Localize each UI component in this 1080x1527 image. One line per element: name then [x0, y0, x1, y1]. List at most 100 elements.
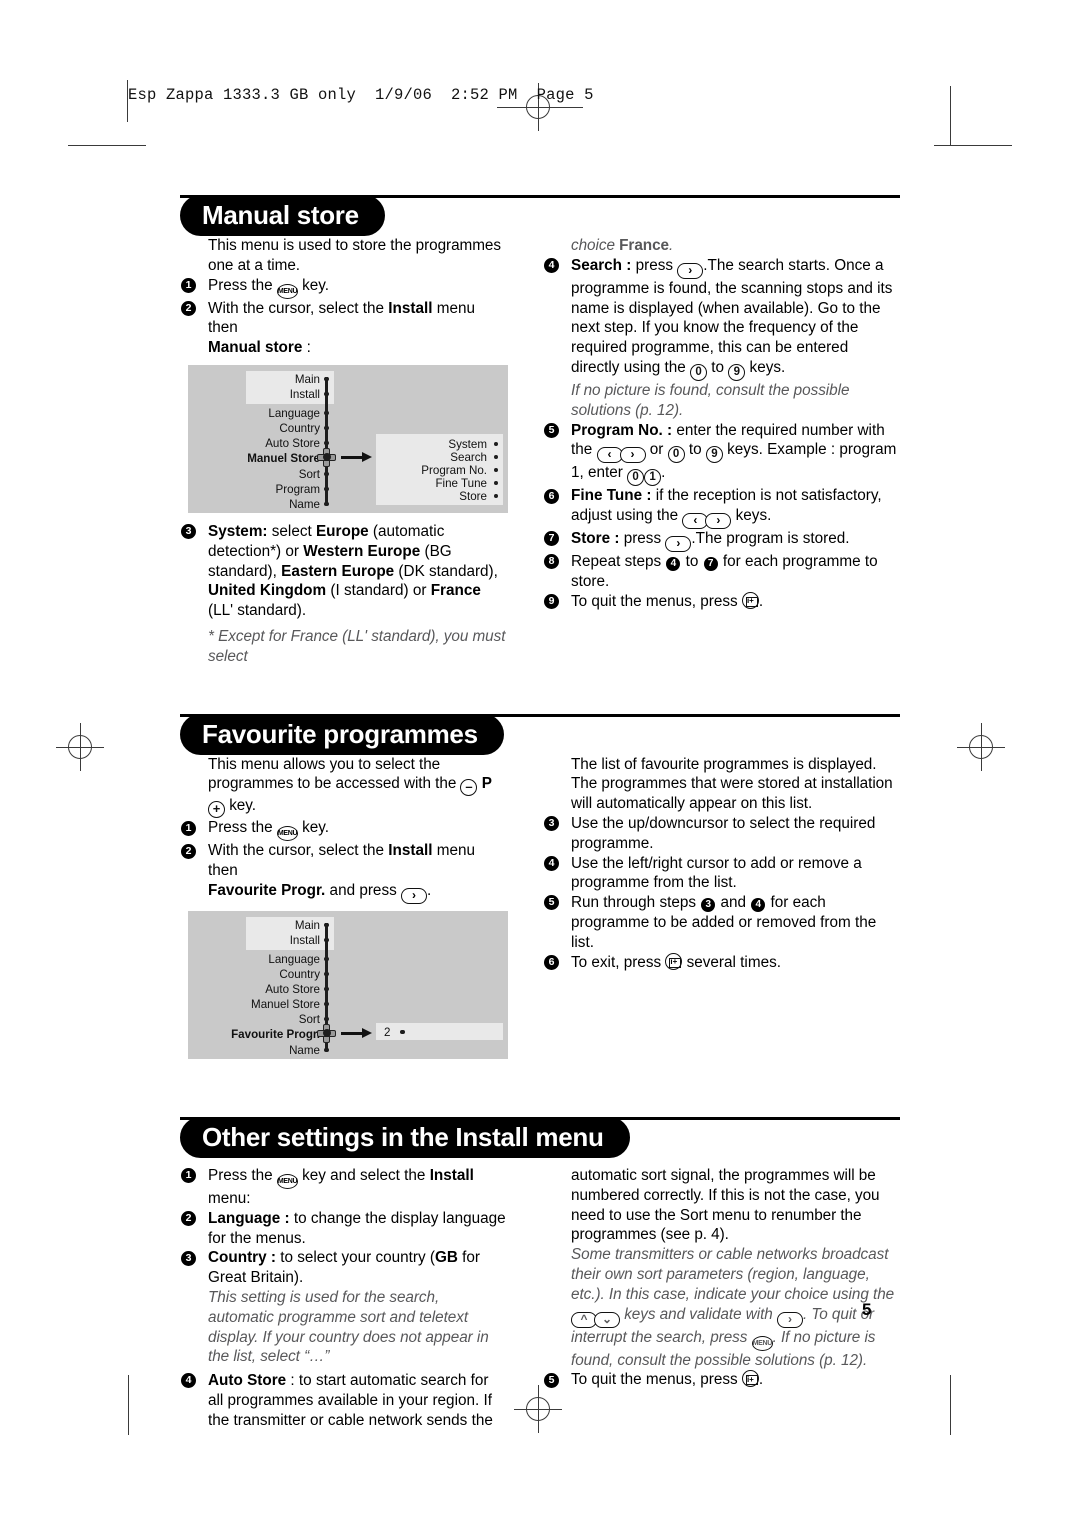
section-other-settings: Other settings in the Install menu 1 Pre…: [180, 1112, 900, 1431]
intro-text: This menu is used to store the programme…: [208, 237, 501, 274]
section-title: Favourite programmes: [180, 713, 504, 755]
step-number: 2: [181, 1210, 196, 1226]
diagram-item-name: Name: [289, 497, 320, 511]
column-left: This menu is used to store the programme…: [180, 236, 525, 667]
menu-key-icon: MENU: [276, 826, 298, 842]
step-number: 1: [181, 820, 196, 836]
step-number: 1: [181, 277, 196, 293]
column-left: This menu allows you to select the progr…: [180, 755, 525, 1068]
step-1: 1 Press the MENU key.: [180, 276, 507, 299]
diagram-item-install: Install: [289, 933, 320, 947]
diagram-sub-fine-tune: Fine Tune: [435, 476, 487, 490]
menu-diagram-favourite: Main Install Language Country Auto Store…: [188, 910, 508, 1059]
diagram-submenu: 2: [376, 1022, 503, 1040]
footnote-manual-store: * Except for France (LL' standard), you …: [208, 627, 506, 665]
diagram-item-favourite-progr: Favourite Progr.: [231, 1027, 320, 1041]
diagram-dot: [324, 1001, 329, 1007]
step-5: 5 To quit the menus, press i+.: [543, 1370, 900, 1390]
step-4: 4 Auto Store : to start automatic search…: [180, 1371, 507, 1430]
section-favourite-programmes: Favourite programmes This menu allows yo…: [180, 709, 900, 1068]
diagram-item-program: Program: [275, 482, 320, 496]
diagram-dot: [324, 986, 329, 992]
columns-other-settings: 1 Press the MENU key and select the Inst…: [180, 1166, 900, 1431]
note-country-setting: This setting is used for the search, aut…: [208, 1288, 489, 1366]
step-number: 3: [544, 816, 559, 832]
menu-diagram-manual-store: Main Install Language Country Auto Store…: [188, 364, 508, 513]
diagram-item-main: Main: [294, 918, 320, 932]
step-number: 6: [544, 488, 559, 504]
step-number: 4: [181, 1373, 196, 1389]
column-right: The list of favourite programmes is disp…: [525, 755, 900, 1068]
step-7: 7 Store : press › .The program is stored.: [543, 529, 900, 553]
cursor-right-key-icon: ›: [619, 447, 646, 464]
step-4: 4 Search : press › .The search starts. On…: [543, 256, 900, 381]
crop-mark-top-left-vert: [950, 86, 952, 146]
step-8: 8 Repeat steps 4 to 7 for each programme…: [543, 552, 900, 592]
diagram-item-manuel-store: Manuel Store: [247, 451, 320, 465]
cursor-right-key-icon: ›: [776, 1311, 803, 1328]
intro-text: The list of favourite programmes is disp…: [571, 755, 893, 813]
step-number: 5: [544, 895, 559, 911]
diagram-dot: [493, 480, 498, 486]
diagram-item-sort: Sort: [298, 467, 320, 481]
step-5: 5 Program No. : enter the required numbe…: [543, 421, 900, 487]
cursor-right-key-icon: ›: [401, 887, 427, 904]
step-number: 9: [544, 593, 559, 609]
diagram-sub-store: Store: [459, 489, 487, 503]
digit-0-key-icon: 0: [690, 363, 708, 381]
diagram-dot: [324, 971, 329, 977]
diagram-dot: [324, 440, 329, 446]
diagram-item-install: Install: [289, 387, 320, 401]
diagram-dot: [493, 454, 498, 460]
digit-9-key-icon: 9: [705, 446, 723, 464]
section-manual-store: Manual store This menu is used to store …: [180, 190, 900, 667]
column-right: choice France. 4 Search : press › .The se…: [525, 236, 900, 667]
crop-mark-top-right: [934, 145, 1012, 147]
step-number: 7: [544, 531, 559, 547]
diagram-arrow: [341, 451, 372, 462]
crop-mark-bottom-right: [950, 1375, 952, 1435]
diagram-item-name: Name: [289, 1043, 320, 1057]
diagram-dot: [493, 493, 498, 499]
diagram-item-country: Country: [279, 421, 320, 435]
digit-0-key-icon: 0: [667, 446, 685, 464]
step-number: 4: [544, 257, 559, 273]
diagram-cursor-icon: [317, 447, 336, 467]
inline-step-4: 4: [751, 897, 766, 912]
heading-favourite-programmes: Favourite programmes: [180, 709, 900, 755]
inline-step-3: 3: [701, 897, 716, 912]
step-3: 3 Country : to select your country (GB f…: [180, 1248, 507, 1288]
cursor-left-key-icon: ‹: [596, 447, 623, 464]
column-left: 1 Press the MENU key and select the Inst…: [180, 1166, 525, 1431]
registration-mark-left: [56, 723, 104, 771]
cursor-down-key-icon: ⌄: [594, 1311, 620, 1328]
columns-manual-store: This menu is used to store the programme…: [180, 236, 900, 667]
cursor-right-key-icon: ›: [665, 536, 692, 553]
minus-key-icon: –: [460, 779, 478, 797]
diagram-sub-system: System: [448, 437, 487, 451]
step-number: 3: [181, 1250, 196, 1266]
step-1: 1 Press the MENU key.: [180, 818, 507, 842]
diagram-dot: [324, 501, 329, 507]
step-number: 5: [544, 422, 559, 438]
diagram-dot: [324, 956, 329, 962]
step-number: 6: [544, 954, 559, 970]
step-number: 8: [544, 554, 559, 570]
diagram-arrow: [341, 1027, 372, 1038]
menu-key-icon: MENU: [276, 283, 298, 299]
diagram-dot: [324, 1047, 329, 1053]
section-title: Other settings in the Install menu: [180, 1116, 630, 1158]
menu-key-icon: MENU: [751, 1335, 773, 1351]
diagram-dot: [324, 425, 329, 431]
diagram-sub-program-no: Program No.: [421, 463, 487, 477]
diagram-sub-channel-2: 2: [384, 1025, 391, 1039]
menu-key-icon: MENU: [276, 1173, 298, 1189]
step-number: 2: [181, 300, 196, 316]
step-3: 3 Use the up/downcursor to select the re…: [543, 814, 900, 854]
heading-manual-store: Manual store: [180, 190, 900, 236]
plus-key-icon: +: [208, 801, 225, 819]
diagram-dot: [324, 1016, 329, 1022]
note-transmitters: Some transmitters or cable networks broa…: [571, 1246, 895, 1369]
info-key-icon: i+: [741, 591, 759, 609]
step-2: 2 Language : to change the display langu…: [180, 1209, 507, 1249]
